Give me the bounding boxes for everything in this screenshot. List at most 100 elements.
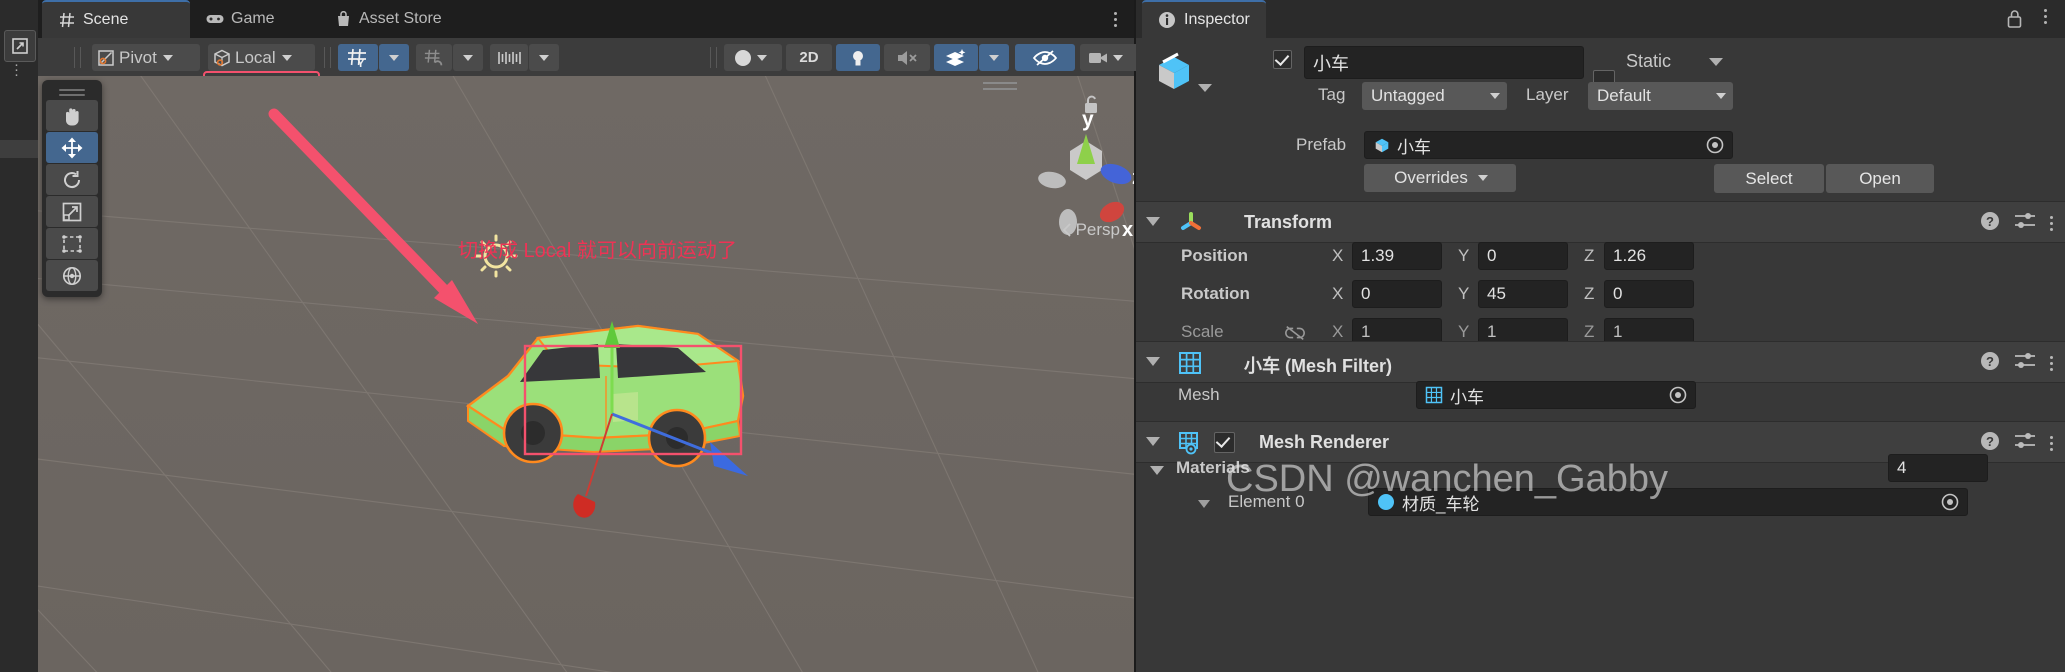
- mesh-picker-icon[interactable]: [1669, 386, 1687, 404]
- local-dropdown[interactable]: Local: [208, 44, 315, 71]
- snap-increment-dropdown[interactable]: [529, 44, 559, 71]
- scene-panel: Scene Game Asset Store Pivot Local Y 2D …: [38, 0, 1221, 672]
- mesh-filter-title: 小车 (Mesh Filter): [1244, 356, 1393, 376]
- prefab-cube-icon: [1373, 136, 1391, 154]
- shading-mode-dropdown[interactable]: [724, 44, 782, 71]
- open-button[interactable]: Open: [1826, 164, 1934, 193]
- scene-viewport[interactable]: y z x: [38, 76, 1134, 672]
- transform-component-header[interactable]: Transform ?: [1136, 201, 2065, 243]
- lock-icon[interactable]: [1082, 94, 1100, 119]
- object-name-input[interactable]: 小车: [1304, 46, 1584, 79]
- move-tool-button[interactable]: [46, 132, 98, 163]
- audio-toggle-button[interactable]: [884, 44, 930, 71]
- materials-count-input[interactable]: 4: [1888, 454, 1988, 482]
- 2d-toggle-button[interactable]: 2D: [786, 44, 832, 71]
- position-y-axis: Y: [1458, 246, 1470, 265]
- maximize-icon[interactable]: [4, 30, 36, 62]
- palette-grip[interactable]: [42, 84, 102, 100]
- position-x-input[interactable]: 1.39: [1352, 242, 1442, 270]
- inspector-kebab-icon[interactable]: [2035, 9, 2055, 24]
- prefab-icon-dropdown[interactable]: [1198, 84, 1212, 92]
- transform-presets-icon[interactable]: [2014, 212, 2036, 235]
- tab-inspector[interactable]: Inspector: [1142, 0, 1266, 38]
- hand-tool-button[interactable]: [46, 100, 98, 131]
- static-dropdown-caret[interactable]: [1709, 58, 1723, 66]
- pivot-dropdown[interactable]: Pivot: [92, 44, 200, 71]
- rotation-y-input[interactable]: 45: [1478, 280, 1568, 308]
- tab-asset-store[interactable]: Asset Store: [318, 0, 498, 38]
- layer-dropdown[interactable]: Default: [1588, 82, 1733, 110]
- left-rail: · · ·: [0, 0, 39, 672]
- perspective-label[interactable]: Persp: [1062, 220, 1120, 240]
- gamepad-icon: [206, 10, 224, 28]
- snap-increment-icon[interactable]: [490, 44, 528, 71]
- camera-settings-dropdown[interactable]: [1080, 44, 1140, 71]
- grid-snapping-dropdown[interactable]: [453, 44, 483, 71]
- mesh-renderer-foldout-icon[interactable]: [1146, 437, 1160, 446]
- mesh-filter-help-icon[interactable]: ?: [1980, 351, 2000, 376]
- tab-game[interactable]: Game: [190, 0, 318, 38]
- transform-help-icon[interactable]: ?: [1980, 211, 2000, 236]
- chevron-down-icon: [281, 54, 292, 61]
- tag-value: Untagged: [1371, 86, 1445, 105]
- rail-kebab-icon[interactable]: · · ·: [14, 57, 19, 82]
- 2d-label: 2D: [799, 49, 819, 66]
- transform-kebab-icon[interactable]: [2050, 216, 2053, 231]
- rotate-tool-button[interactable]: [46, 164, 98, 195]
- element0-picker-icon[interactable]: [1941, 493, 1959, 511]
- mesh-renderer-help-icon[interactable]: ?: [1980, 431, 2000, 456]
- mesh-filter-icon: [1178, 351, 1202, 375]
- viewport-grip[interactable]: [983, 82, 1017, 90]
- shopping-bag-icon: [334, 10, 352, 28]
- position-z-input[interactable]: 1.26: [1604, 242, 1694, 270]
- csdn-watermark: CSDN @wanchen_Gabby: [1226, 458, 1669, 500]
- rotation-z-axis: Z: [1584, 284, 1595, 303]
- mesh-renderer-presets-icon[interactable]: [2014, 432, 2036, 455]
- prefab-value: 小车: [1397, 137, 1431, 157]
- pivot-label: Pivot: [119, 47, 157, 67]
- select-button[interactable]: Select: [1714, 164, 1824, 193]
- lighting-toggle-button[interactable]: [836, 44, 880, 71]
- inspector-lock-icon[interactable]: [2006, 9, 2023, 33]
- object-enabled-checkbox[interactable]: [1273, 50, 1292, 69]
- mesh-filter-kebab-icon[interactable]: [2050, 356, 2053, 371]
- materials-foldout-icon[interactable]: [1150, 466, 1164, 475]
- svg-text:?: ?: [1986, 354, 1994, 369]
- prefab-object-field[interactable]: 小车: [1364, 131, 1733, 159]
- rotation-x-input[interactable]: 0: [1352, 280, 1442, 308]
- scene-options-kebab-icon[interactable]: [1104, 8, 1126, 30]
- rotation-x-axis: X: [1332, 284, 1344, 303]
- mesh-filter-presets-icon[interactable]: [2014, 352, 2036, 375]
- mesh-renderer-enabled-checkbox[interactable]: [1214, 432, 1235, 453]
- rotation-z-input[interactable]: 0: [1604, 280, 1694, 308]
- tag-dropdown[interactable]: Untagged: [1362, 82, 1507, 110]
- mesh-renderer-kebab-icon[interactable]: [2050, 436, 2053, 451]
- transform-title: Transform: [1244, 212, 1333, 232]
- scale-link-off-icon[interactable]: [1284, 324, 1306, 342]
- mesh-filter-component-header[interactable]: 小车 (Mesh Filter) ?: [1136, 341, 2065, 383]
- fx-toggle-button[interactable]: [934, 44, 978, 71]
- position-x-axis: X: [1332, 246, 1344, 265]
- scale-tool-button[interactable]: [46, 196, 98, 227]
- unity-editor-window: · · · Scene Game Asset Store Pivot Local…: [0, 0, 2065, 672]
- grid-snap-dropdown[interactable]: [379, 44, 409, 71]
- svg-text:?: ?: [1986, 214, 1994, 229]
- hidden-objects-toggle[interactable]: [1015, 44, 1075, 71]
- layer-value: Default: [1597, 86, 1651, 105]
- position-y-input[interactable]: 0: [1478, 242, 1568, 270]
- rotation-y-axis: Y: [1458, 284, 1470, 303]
- mesh-filter-foldout-icon[interactable]: [1146, 357, 1160, 366]
- grid-snap-y-button[interactable]: Y: [338, 44, 378, 71]
- prefab-picker-icon[interactable]: [1706, 136, 1724, 154]
- fx-dropdown[interactable]: [979, 44, 1009, 71]
- mesh-renderer-title: Mesh Renderer: [1259, 432, 1390, 452]
- transform-tool-button[interactable]: [46, 260, 98, 291]
- overrides-dropdown[interactable]: Overrides: [1364, 164, 1516, 192]
- tab-scene-label: Scene: [83, 11, 129, 28]
- mesh-object-field[interactable]: 小车: [1416, 381, 1696, 409]
- element0-foldout-icon[interactable]: [1198, 500, 1210, 508]
- rect-tool-button[interactable]: [46, 228, 98, 259]
- grid-snapping-button[interactable]: [416, 44, 452, 71]
- transform-foldout-icon[interactable]: [1146, 217, 1160, 226]
- tab-scene[interactable]: Scene: [42, 0, 190, 38]
